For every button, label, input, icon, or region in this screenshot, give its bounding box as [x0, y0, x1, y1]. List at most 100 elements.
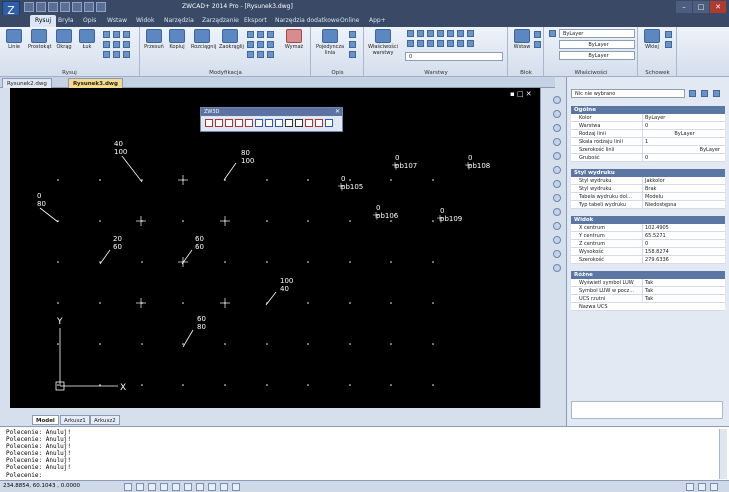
section-rozne[interactable]: Różne	[571, 271, 725, 279]
measure-icon[interactable]	[553, 110, 561, 118]
redo-icon[interactable]	[96, 2, 106, 12]
lineweight-dropdown[interactable]: ByLayer	[559, 51, 635, 60]
orbit-icon[interactable]	[553, 152, 561, 160]
layout-tab-model[interactable]: Model	[32, 415, 59, 425]
leader-icon[interactable]	[349, 41, 356, 48]
tool-9-icon[interactable]	[285, 119, 293, 127]
layout-tab-arkusz2[interactable]: Arkusz2	[90, 415, 120, 425]
rectangle-button[interactable]: Prostokąt	[28, 29, 51, 50]
lwt-toggle-icon[interactable]	[208, 483, 216, 491]
fillet-button[interactable]: Zaokrąglij	[219, 29, 244, 50]
hatch-icon[interactable]	[123, 41, 130, 48]
copy-button[interactable]: Kopiuj	[166, 29, 188, 50]
array-icon[interactable]	[247, 51, 254, 58]
break-icon[interactable]	[267, 51, 274, 58]
layer-freeze-icon[interactable]	[437, 30, 444, 37]
dyn-toggle-icon[interactable]	[196, 483, 204, 491]
section-ogolne[interactable]: Ogólne	[571, 106, 725, 114]
layer-properties-button[interactable]: Właściwości warstwy	[367, 29, 399, 56]
paste-button[interactable]: Wklej	[641, 29, 663, 50]
stretch-button[interactable]: Rozciągnij	[191, 29, 216, 50]
layer-state-icon[interactable]	[407, 30, 414, 37]
block-icon[interactable]	[553, 236, 561, 244]
section-widok[interactable]: Widok	[571, 216, 725, 224]
tool-12-icon[interactable]	[315, 119, 323, 127]
tool-1-icon[interactable]	[205, 119, 213, 127]
create-block-icon[interactable]	[534, 31, 541, 38]
prop-row[interactable]: UCS rzutni Tak	[571, 295, 725, 303]
otrack-toggle-icon[interactable]	[184, 483, 192, 491]
prop-row[interactable]: Wyświetl symbol LUW Tak	[571, 279, 725, 287]
layer-previous-icon[interactable]	[467, 30, 474, 37]
layer-isolate-icon[interactable]	[427, 30, 434, 37]
prop-row[interactable]: Skala rodzaju linii 1	[571, 138, 725, 146]
tool-3-icon[interactable]	[225, 119, 233, 127]
tab-bryla[interactable]: Bryła	[58, 17, 74, 24]
qp-toggle-icon[interactable]	[232, 483, 240, 491]
spline-icon[interactable]	[103, 41, 110, 48]
quick-select-icon[interactable]	[689, 90, 696, 97]
tool-5-icon[interactable]	[245, 119, 253, 127]
tab-rysuj[interactable]: Rysuj	[30, 15, 56, 27]
boundary-icon[interactable]	[113, 51, 120, 58]
model-toggle-icon[interactable]	[220, 483, 228, 491]
ortho-toggle-icon[interactable]	[148, 483, 156, 491]
single-line-text-button[interactable]: Pojedyncza linia	[316, 29, 344, 56]
tab-eksport[interactable]: Eksport	[244, 17, 267, 24]
layer-walk-icon[interactable]	[437, 40, 444, 47]
print-icon[interactable]	[72, 2, 82, 12]
workspace-icon[interactable]	[698, 483, 706, 491]
point-icon[interactable]	[123, 31, 130, 38]
trim-icon[interactable]	[247, 31, 254, 38]
layer-unlock-icon[interactable]	[427, 40, 434, 47]
erase-button[interactable]: Wymaż	[283, 29, 305, 50]
polar-toggle-icon[interactable]	[160, 483, 168, 491]
prop-row[interactable]: Styl wydruku Brak	[571, 185, 725, 193]
floating-toolbar[interactable]: ZW3D ✕	[200, 107, 343, 132]
prop-row[interactable]: Nazwa UCS	[571, 303, 725, 311]
tab-opis[interactable]: Opis	[83, 17, 96, 24]
maximize-button[interactable]: □	[693, 1, 709, 13]
select-objects-icon[interactable]	[701, 90, 708, 97]
polyline-icon[interactable]	[103, 31, 110, 38]
line-button[interactable]: Linie	[3, 29, 25, 50]
tab-online[interactable]: Online	[340, 17, 359, 24]
layer-dropdown[interactable]: 0	[405, 52, 503, 61]
move-button[interactable]: Przesuń	[143, 29, 165, 50]
prop-row[interactable]: Szerokość 279.6336	[571, 256, 725, 264]
layer-match-icon[interactable]	[457, 30, 464, 37]
prop-row[interactable]: Styl wydruku Jakkolor	[571, 177, 725, 185]
walk-icon[interactable]	[553, 166, 561, 174]
canvas-window-controls[interactable]: ▪ □ ✕	[510, 90, 532, 98]
tool-7-icon[interactable]	[265, 119, 273, 127]
circle-button[interactable]: Okrąg	[53, 29, 75, 50]
tool-2-icon[interactable]	[215, 119, 223, 127]
layer-unisolate-icon[interactable]	[407, 40, 414, 47]
layer-thaw-icon[interactable]	[417, 40, 424, 47]
render-icon[interactable]	[553, 194, 561, 202]
layer-merge-icon[interactable]	[447, 40, 454, 47]
vertical-scrollbar[interactable]	[540, 88, 548, 408]
ellipse-icon[interactable]	[113, 41, 120, 48]
horizontal-scrollbar[interactable]	[10, 408, 540, 415]
zoom-icon[interactable]	[553, 138, 561, 146]
layer-current-icon[interactable]	[467, 40, 474, 47]
view-icon[interactable]	[553, 180, 561, 188]
prop-row[interactable]: Kolor ByLayer	[571, 114, 725, 122]
offset-icon[interactable]	[267, 31, 274, 38]
prop-row[interactable]: Typ tabeli wydruku Niedostępna	[571, 201, 725, 209]
tool-4-icon[interactable]	[235, 119, 243, 127]
annotation-scale-icon[interactable]	[686, 483, 694, 491]
tab-zarzadzanie[interactable]: Zarządzanie	[202, 17, 239, 24]
tool-6-icon[interactable]	[255, 119, 263, 127]
tab-wstaw[interactable]: Wstaw	[107, 17, 127, 24]
section-styl-wydruku[interactable]: Styl wydruku	[571, 169, 725, 177]
snap-icon[interactable]	[553, 96, 561, 104]
layer-icon[interactable]	[553, 208, 561, 216]
grid-toggle-icon[interactable]	[136, 483, 144, 491]
linetype-dropdown[interactable]: ByLayer	[559, 40, 635, 49]
layout-tab-arkusz1[interactable]: Arkusz1	[60, 415, 90, 425]
palette-icon[interactable]	[553, 222, 561, 230]
dimension-icon[interactable]	[349, 31, 356, 38]
layer-delete-icon[interactable]	[457, 40, 464, 47]
